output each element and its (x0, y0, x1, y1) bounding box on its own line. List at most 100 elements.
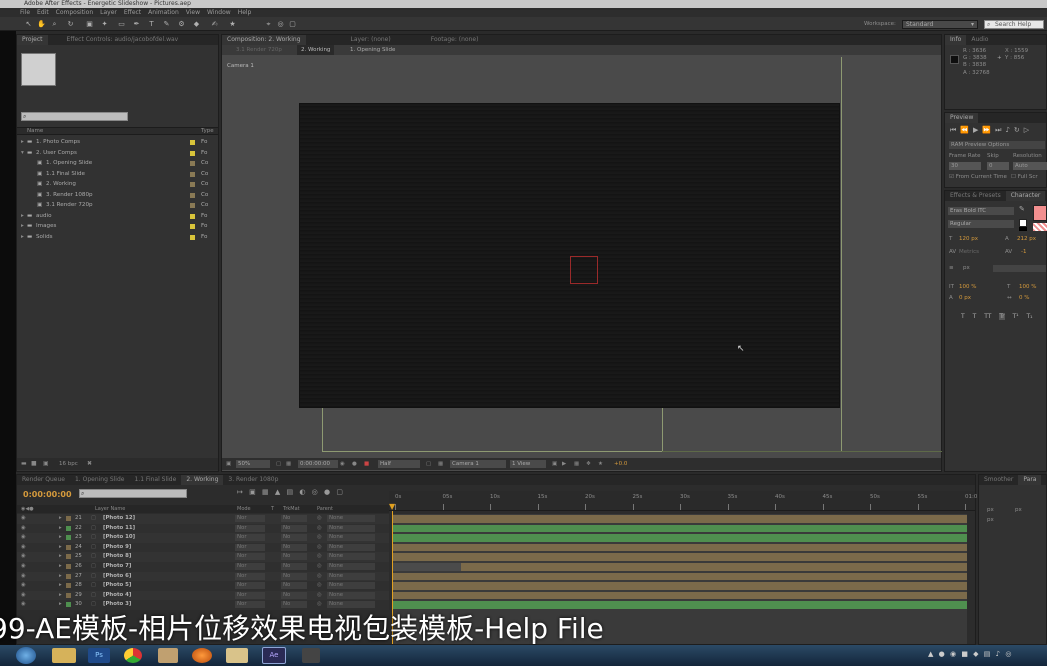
tab-audio[interactable]: Audio (966, 35, 993, 45)
camera-view-select[interactable]: Camera 1 (450, 460, 506, 468)
layer-parent-select[interactable]: None (327, 543, 375, 551)
brush-tool-icon[interactable]: ✎ (162, 20, 171, 28)
tray-icon-2[interactable]: ◉ (950, 650, 956, 658)
breadcrumb-working[interactable]: 2. Working (297, 45, 335, 55)
layer-parent-select[interactable]: None (327, 563, 375, 570)
local-axis-icon[interactable]: ⌖ (264, 20, 273, 28)
exposure-reset-icon[interactable]: ★ (598, 458, 603, 470)
photoshop-taskbar-icon[interactable]: Ps (88, 648, 110, 663)
layer-duration-bar[interactable] (393, 591, 967, 600)
layer-label-swatch[interactable] (66, 544, 71, 550)
timeline-layer-row[interactable]: ◉ ▸ 28 ▢ [Photo 5] Nor No ◎ None (17, 581, 389, 591)
layer-parent-select[interactable]: None (327, 582, 375, 590)
layer-mode-select[interactable]: Nor (235, 524, 265, 532)
layer-trkmat-select[interactable]: No (281, 582, 307, 590)
tab-composition[interactable]: Composition: 2. Working (222, 35, 306, 45)
world-axis-icon[interactable]: ◎ (276, 20, 285, 28)
layer-label-swatch[interactable] (66, 583, 71, 589)
indent-right-value[interactable]: px (1015, 507, 1022, 513)
camera-tool-icon[interactable]: ▣ (85, 20, 94, 28)
firefox-taskbar-icon[interactable] (192, 648, 212, 663)
pickwhip-icon[interactable]: ◎ (317, 543, 322, 553)
project-item[interactable]: ▸ ▬ audio Fo (17, 211, 218, 222)
snapshot-icon[interactable]: ◉ (340, 458, 345, 470)
start-button[interactable] (16, 647, 36, 664)
last-frame-icon[interactable]: ⏭ (995, 126, 1005, 134)
tab-paragraph[interactable]: Para (1018, 475, 1042, 485)
menu-edit[interactable]: Edit (37, 8, 49, 17)
layer-trkmat-select[interactable]: No (281, 601, 307, 609)
project-item[interactable]: ▣ 3.1 Render 720p Co (17, 200, 218, 211)
current-time-indicator-icon[interactable]: ▼ (389, 503, 397, 511)
disclosure-triangle-icon[interactable]: ▸ (21, 137, 24, 148)
superscript-button[interactable]: T¹ (1013, 313, 1019, 320)
expand-triangle-icon[interactable]: ▸ (59, 543, 62, 553)
label-color-swatch[interactable] (190, 192, 195, 198)
zoom-select[interactable]: 50% (236, 460, 270, 468)
pickwhip-icon[interactable]: ◎ (317, 572, 322, 582)
label-color-swatch[interactable] (190, 140, 195, 145)
expand-triangle-icon[interactable]: ▸ (59, 524, 62, 534)
layer-label-swatch[interactable] (66, 516, 71, 521)
layer-mode-select[interactable]: Nor (235, 515, 265, 522)
layer-parent-select[interactable]: None (327, 515, 375, 522)
comp-mini-flowchart-icon[interactable]: ↦ (237, 488, 243, 496)
column-mode[interactable]: Mode (237, 505, 251, 513)
layer-label-swatch[interactable] (66, 525, 71, 531)
tab-footage[interactable]: Footage: (none) (426, 35, 484, 45)
column-t[interactable]: T (271, 505, 274, 513)
menu-help[interactable]: Help (238, 8, 252, 17)
type-tool-icon[interactable]: T (147, 20, 156, 28)
timeline-layer-row[interactable]: ◉ ▸ 29 ▢ [Photo 4] Nor No ◎ None (17, 590, 389, 601)
tab-final-slide[interactable]: 1.1 Final Slide (129, 475, 181, 485)
layer-name[interactable]: [Photo 4] (103, 591, 131, 601)
layer-mode-select[interactable]: Nor (235, 601, 265, 609)
hide-shy-icon[interactable]: ▲ (275, 488, 280, 496)
show-snapshot-icon[interactable]: ● (352, 458, 357, 470)
column-parent[interactable]: Parent (317, 505, 333, 513)
timeline-layer-row[interactable]: ◉ ▸ 24 ▢ [Photo 9] Nor No ◎ None (17, 542, 389, 553)
roto-brush-tool-icon[interactable]: ✍ (210, 20, 219, 28)
all-caps-button[interactable]: TT (984, 313, 991, 320)
comp-timecode-field[interactable]: 0:00:00:00 (298, 460, 338, 468)
app-taskbar-icon[interactable] (302, 648, 320, 663)
layer-mode-select[interactable]: Nor (235, 572, 265, 580)
expand-triangle-icon[interactable]: ▸ (59, 572, 62, 582)
layer-label-swatch[interactable] (66, 573, 71, 579)
eye-icon[interactable]: ◉ (21, 562, 26, 572)
eye-icon[interactable]: ◉ (21, 533, 26, 543)
layer-duration-bar[interactable] (393, 601, 967, 609)
color-channel-icon[interactable]: ■ (364, 458, 369, 470)
layer-parent-select[interactable]: None (327, 591, 375, 599)
grid-icon[interactable]: ▦ (286, 458, 291, 470)
stroke-color-swatch[interactable] (1033, 223, 1047, 231)
font-size-value[interactable]: 120 px (959, 236, 978, 242)
disclosure-triangle-icon[interactable]: ▸ (21, 221, 24, 232)
timeline-layer-row[interactable]: ◉ ▸ 23 ▢ [Photo 10] Nor No ◎ None (17, 533, 389, 543)
layer-name[interactable]: [Photo 11] (103, 524, 135, 534)
after-effects-taskbar-icon[interactable]: Ae (262, 647, 286, 664)
pickwhip-icon[interactable]: ◎ (317, 581, 322, 591)
layer-duration-bar[interactable] (393, 582, 967, 590)
menu-effect[interactable]: Effect (124, 8, 141, 17)
tab-opening-slide[interactable]: 1. Opening Slide (70, 475, 130, 485)
stroke-width-value[interactable]: px (963, 265, 970, 271)
project-item[interactable]: ▾ ▬ 2. User Comps Fo (17, 148, 218, 159)
label-color-swatch[interactable] (190, 213, 195, 219)
tsume-value[interactable]: 0 % (1019, 295, 1029, 301)
folder-taskbar-icon[interactable] (158, 648, 178, 663)
layer-name[interactable]: [Photo 9] (103, 543, 131, 553)
chrome-taskbar-icon[interactable] (124, 648, 142, 663)
fill-color-swatch[interactable] (1033, 205, 1047, 221)
expand-triangle-icon[interactable]: ▸ (59, 533, 62, 543)
tab-smoother[interactable]: Smoother (979, 475, 1018, 485)
eye-icon[interactable]: ◉ (21, 524, 26, 534)
search-help-input[interactable]: ⌕ Search Help (984, 20, 1044, 29)
transparency-grid-icon[interactable]: ▦ (438, 458, 443, 470)
project-item[interactable]: ▸ ▬ Solids Fo (17, 232, 218, 243)
play-icon[interactable]: ▶ (973, 126, 982, 134)
trash-icon[interactable]: ✖ (87, 460, 92, 467)
column-layer-name[interactable]: Layer Name (95, 505, 125, 513)
timeline-search-input[interactable]: ⌕ (79, 489, 187, 498)
layer-trkmat-select[interactable]: No (281, 553, 307, 561)
